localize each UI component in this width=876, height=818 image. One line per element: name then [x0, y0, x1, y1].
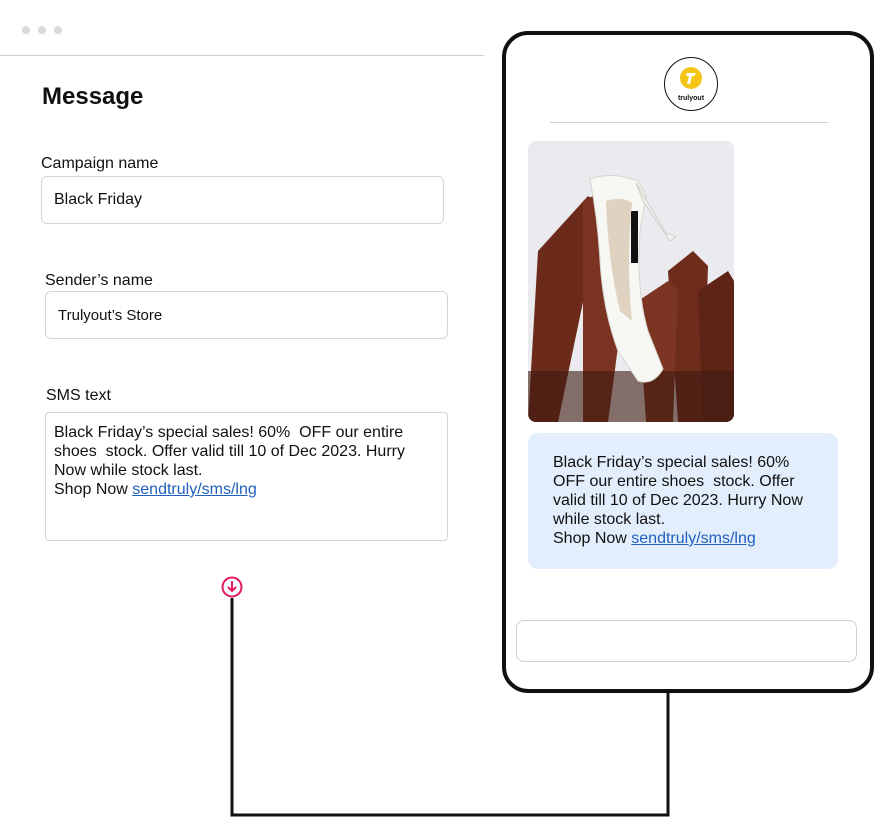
arrow-down-circle-icon[interactable]	[221, 576, 243, 598]
campaign-name-input[interactable]: Black Friday	[41, 176, 444, 224]
message-link[interactable]: sendtruly/sms/lng	[631, 530, 756, 547]
sender-name-input[interactable]: Trulyout’s Store	[45, 291, 448, 339]
product-image	[528, 141, 734, 422]
sms-link[interactable]: sendtruly/sms/lng	[132, 481, 257, 498]
sms-text-label: SMS text	[46, 387, 111, 404]
sender-name-label: Sender’s name	[45, 272, 153, 289]
phone-preview: trulyout Black Friday’s special sales! 6…	[502, 31, 874, 693]
phone-header-divider	[550, 122, 828, 123]
shoe-illustration	[528, 141, 734, 422]
sms-message-bubble: Black Friday’s special sales! 60% OFF ou…	[528, 433, 838, 569]
campaign-name-label: Campaign name	[41, 155, 159, 172]
sender-name-value: Trulyout’s Store	[58, 306, 163, 324]
campaign-name-value: Black Friday	[54, 191, 143, 208]
sms-text-input[interactable]: Black Friday’s special sales! 60% OFF ou…	[45, 412, 448, 541]
page-title: Message	[42, 83, 144, 110]
brand-logo: trulyout	[664, 57, 718, 111]
logo-text: trulyout	[677, 95, 705, 102]
reply-input[interactable]	[516, 620, 857, 662]
